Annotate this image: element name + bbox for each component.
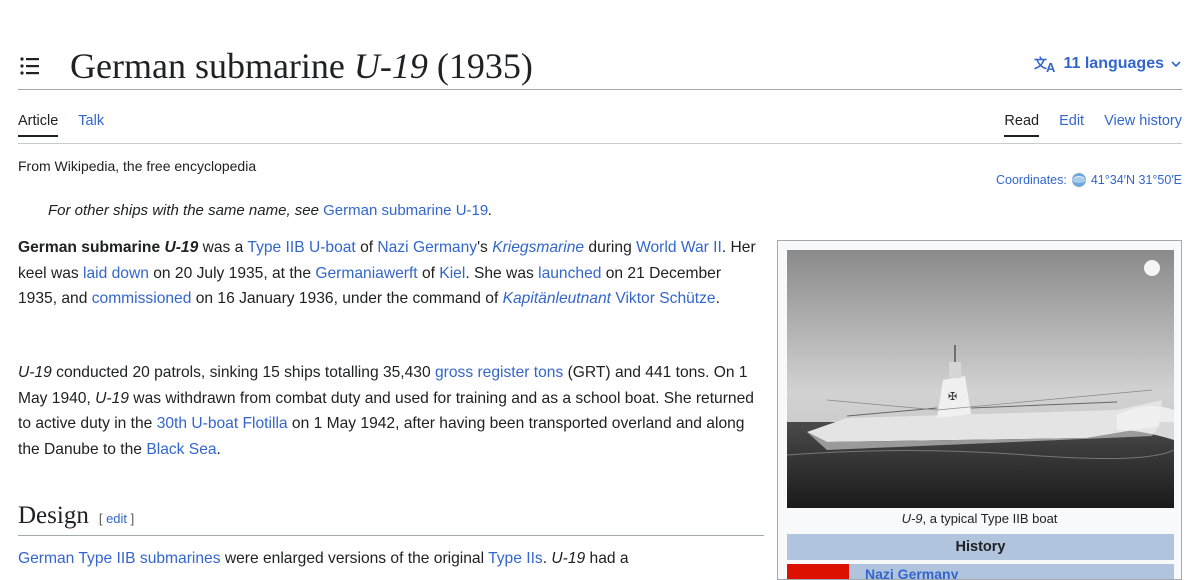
design-paragraph: German Type IIB submarines were enlarged… — [18, 550, 629, 567]
link-type-iib-subs[interactable]: German Type IIB submarines — [18, 550, 221, 567]
tab-edit[interactable]: Edit — [1059, 113, 1084, 137]
link-type-iib[interactable]: Type IIB U-boat — [247, 239, 355, 256]
svg-text:A: A — [1046, 60, 1056, 73]
infobox: ✠ U-9, a typical Type IIB boat History N… — [777, 240, 1182, 580]
link-black-sea[interactable]: Black Sea — [146, 441, 216, 458]
table-of-contents-icon[interactable] — [18, 54, 42, 78]
lead-paragraph: German submarine U-19 was a Type IIB U-b… — [18, 239, 756, 307]
coordinates-label[interactable]: Coordinates: — [996, 173, 1067, 187]
link-30th-flotilla[interactable]: 30th U-boat Flotilla — [157, 415, 288, 432]
coordinates-value[interactable]: 41°34′N 31°50′E — [1091, 173, 1182, 187]
chevron-down-icon — [1171, 61, 1181, 68]
tab-talk[interactable]: Talk — [78, 113, 104, 137]
header-divider — [18, 89, 1182, 90]
tab-article[interactable]: Article — [18, 113, 59, 137]
svg-text:✠: ✠ — [948, 390, 957, 403]
hatnote: For other ships with the same name, see … — [48, 202, 493, 219]
hatnote-link[interactable]: German submarine U-19 — [323, 202, 488, 219]
link-viktor-schutze[interactable]: Viktor Schütze — [615, 290, 715, 307]
link-ww2[interactable]: World War II — [636, 239, 722, 256]
coordinates: Coordinates: 41°34′N 31°50′E — [996, 172, 1182, 188]
tab-view-history[interactable]: View history — [1104, 113, 1182, 137]
section-edit-link[interactable]: edit — [106, 511, 127, 526]
tabs-divider — [18, 143, 1182, 144]
site-tagline: From Wikipedia, the free encyclopedia — [18, 158, 257, 174]
namespace-tabs: Article Talk — [18, 113, 104, 137]
language-count: 11 languages — [1063, 55, 1165, 72]
link-kiel[interactable]: Kiel — [439, 265, 465, 282]
link-nazi-germany[interactable]: Nazi Germany — [377, 239, 477, 256]
infobox-history-header: History — [787, 534, 1174, 560]
section-edit: [ edit ] — [98, 511, 135, 526]
globe-icon[interactable] — [1071, 172, 1087, 188]
link-kapitanleutnant[interactable]: Kapitänleutnant — [503, 290, 611, 307]
section-heading-design: Design [ edit ] — [18, 502, 135, 529]
link-grt[interactable]: gross register tons — [435, 364, 563, 381]
history-paragraph: U-19 conducted 20 patrols, sinking 15 sh… — [18, 364, 754, 458]
page-title: German submarine U-19 (1935) — [70, 46, 533, 86]
section-divider — [18, 535, 764, 536]
link-laid-down[interactable]: laid down — [83, 265, 149, 282]
link-commissioned[interactable]: commissioned — [92, 290, 192, 307]
submarine-photo[interactable]: ✠ — [787, 250, 1174, 508]
translate-icon: 文 A — [1034, 56, 1056, 73]
photo-caption: U-9, a typical Type IIB boat — [901, 511, 1058, 526]
language-selector[interactable]: 文 A 11 languages — [1034, 55, 1183, 73]
link-germaniawerft[interactable]: Germaniawerft — [315, 265, 417, 282]
tab-read[interactable]: Read — [1004, 113, 1039, 137]
view-tabs: Read Edit View history — [1004, 113, 1182, 137]
link-type-ii[interactable]: Type IIs — [488, 550, 543, 567]
link-launched[interactable]: launched — [538, 265, 601, 282]
link-kriegsmarine[interactable]: Kriegsmarine — [492, 239, 584, 256]
